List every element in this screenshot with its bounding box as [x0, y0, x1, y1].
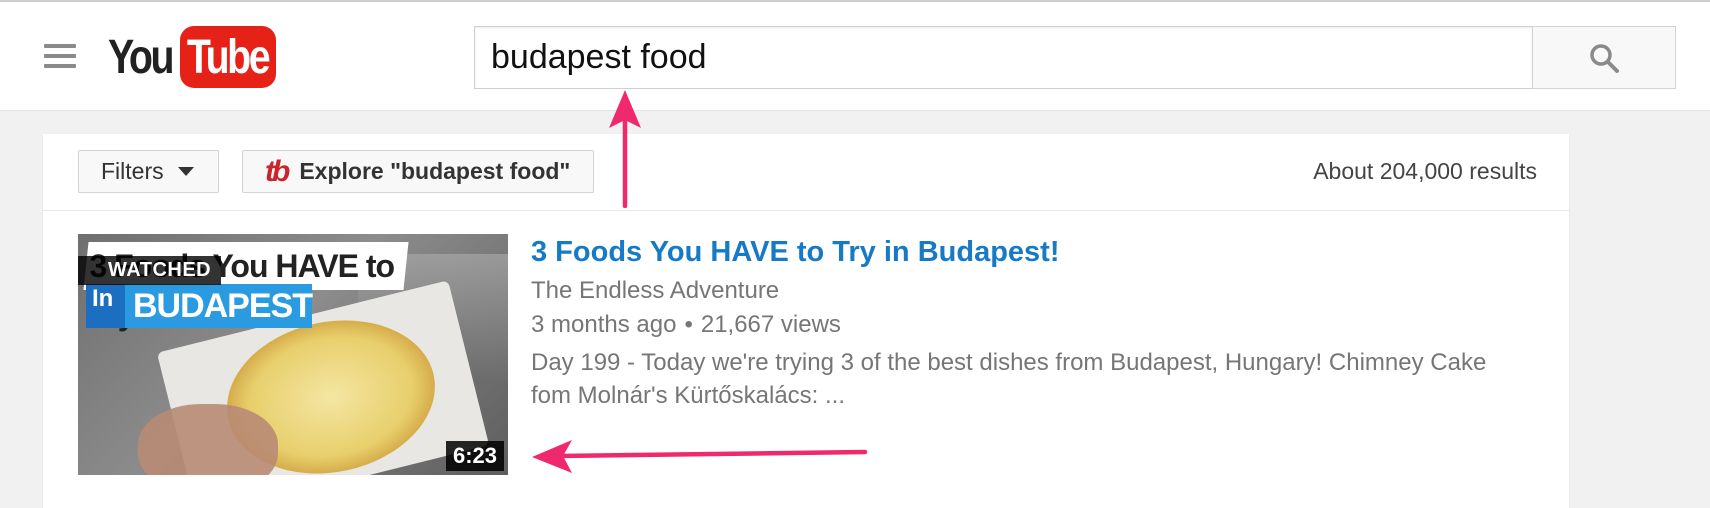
logo-text-you: You — [108, 30, 174, 84]
filters-label: Filters — [101, 158, 164, 184]
upload-age: 3 months ago — [531, 311, 677, 338]
explore-label: Explore "budapest food" — [299, 158, 571, 184]
video-duration: 6:23 — [445, 441, 504, 471]
results-count: About 204,000 results — [1313, 158, 1537, 184]
filters-button[interactable]: Filters — [78, 150, 219, 193]
logo-text-tube: Tube — [187, 30, 271, 84]
thumbnail-overlay-city: BUDAPEST — [124, 284, 313, 328]
hamburger-menu-icon[interactable] — [44, 44, 76, 68]
logo-tube-badge: Tube — [180, 26, 276, 88]
search-results-card: Filters tb Explore "budapest food" About… — [43, 134, 1569, 508]
thumbnail-city-banner: In BUDAPEST — [86, 284, 313, 328]
meta-separator: • — [684, 311, 693, 338]
view-count: 21,667 views — [700, 311, 841, 338]
video-description: Day 199 - Today we're trying 3 of the be… — [531, 349, 1487, 409]
caret-down-icon — [177, 167, 194, 176]
video-meta: 3 months ago • 21,667 views — [531, 308, 1531, 342]
search-box — [474, 26, 1532, 89]
video-title-link[interactable]: 3 Foods You HAVE to Try in Budapest! — [531, 232, 1531, 272]
video-info: 3 Foods You HAVE to Try in Budapest! The… — [531, 232, 1531, 412]
masthead: You Tube — [0, 0, 1710, 111]
thumbnail-hand — [138, 404, 278, 475]
search-icon — [1590, 43, 1619, 73]
search-input[interactable] — [475, 27, 1532, 88]
video-thumbnail[interactable]: 3 Foods You HAVE to Try In BUDAPEST WATC… — [78, 234, 508, 475]
youtube-logo[interactable]: You Tube — [108, 24, 276, 90]
thumbnail-overlay-in: In — [86, 284, 125, 328]
filter-bar: Filters tb Explore "budapest food" About… — [43, 134, 1569, 211]
explore-button[interactable]: tb Explore "budapest food" — [242, 150, 594, 193]
search-button[interactable] — [1532, 26, 1676, 89]
tubebuddy-icon: tb — [265, 154, 290, 188]
channel-link[interactable]: The Endless Adventure — [531, 274, 779, 308]
watched-badge: WATCHED — [78, 256, 222, 285]
